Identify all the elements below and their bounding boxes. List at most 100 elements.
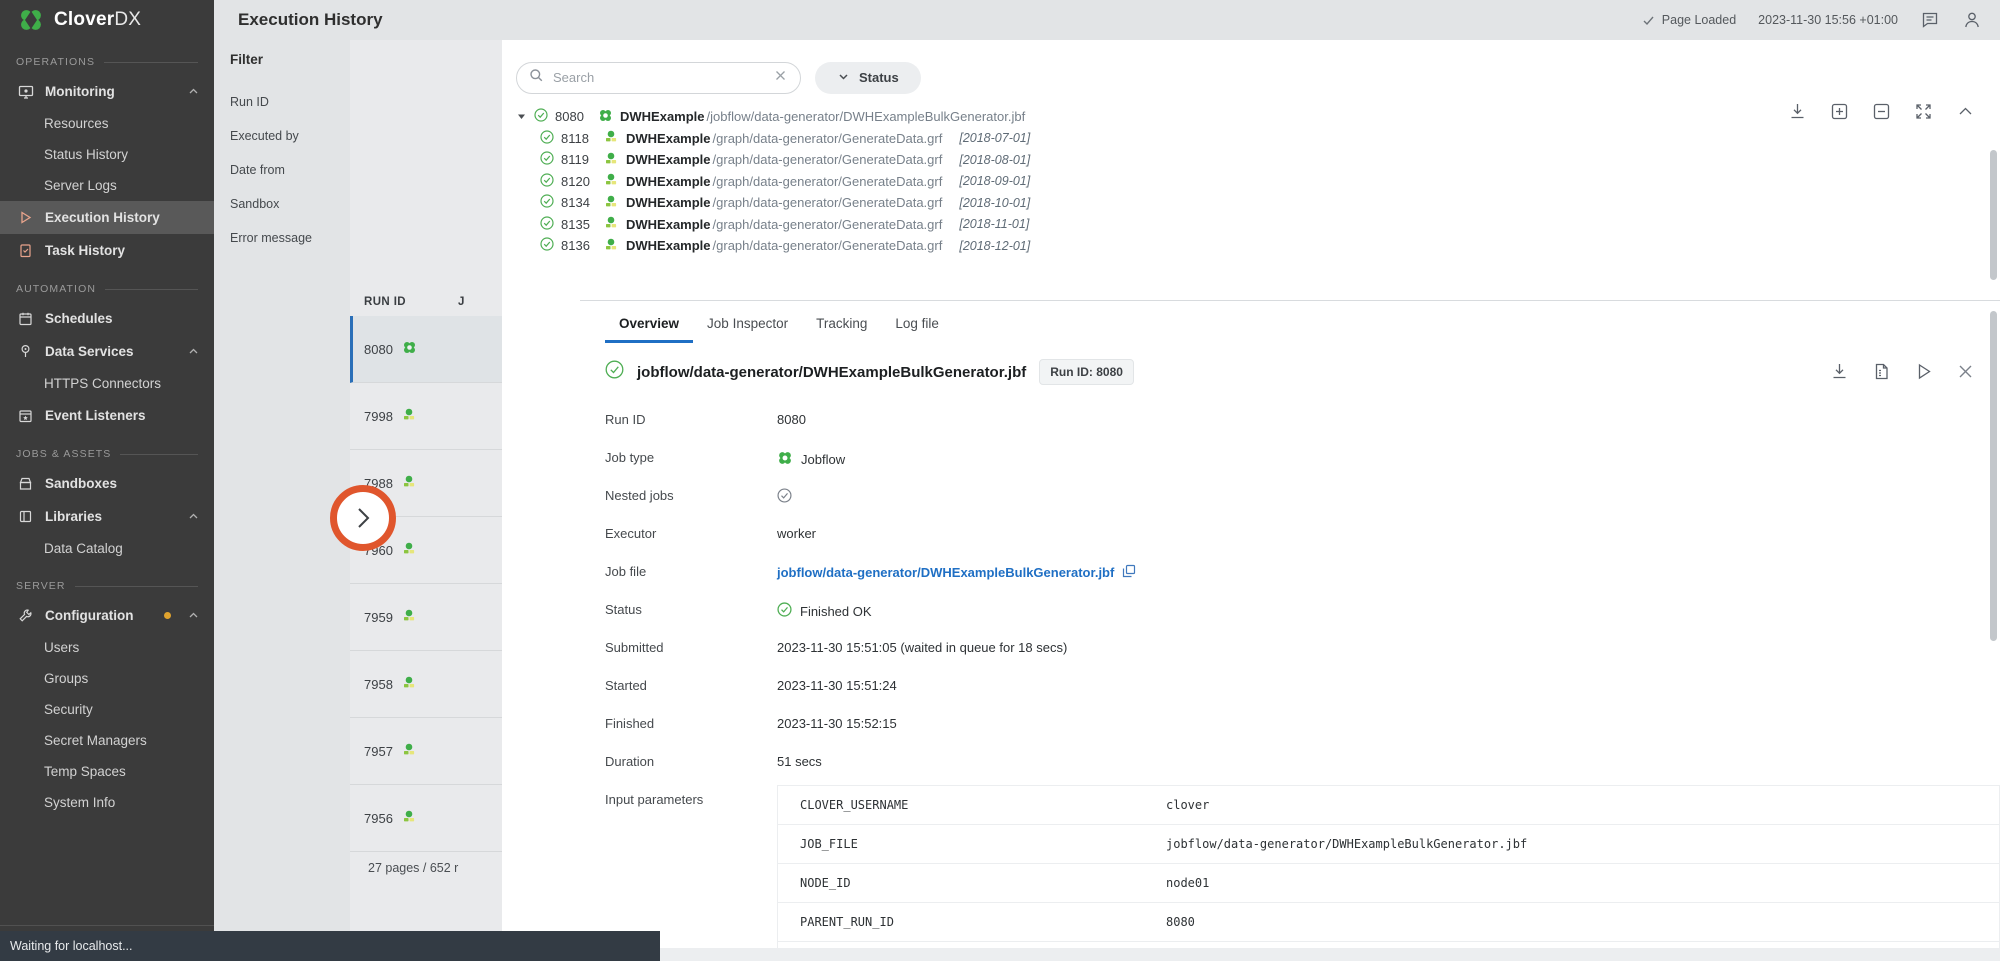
expand-all-icon[interactable] xyxy=(1830,102,1850,122)
job-file-link[interactable]: jobflow/data-generator/DWHExampleBulkGen… xyxy=(777,565,1114,580)
sidebar-item-execution-history[interactable]: Execution History xyxy=(0,201,214,234)
wrench-icon xyxy=(17,607,34,624)
tab-log-file[interactable]: Log file xyxy=(881,316,953,343)
chevron-up-icon[interactable] xyxy=(187,510,200,523)
copy-icon[interactable] xyxy=(1122,564,1136,581)
sidebar-item-monitoring[interactable]: Monitoring xyxy=(0,75,214,108)
field-executor: Executor worker xyxy=(580,519,2000,557)
sidebar-item-libraries[interactable]: Libraries xyxy=(0,500,214,533)
caret-down-icon[interactable] xyxy=(516,112,527,121)
run-id-value: 7958 xyxy=(364,677,393,692)
sidebar-item-groups[interactable]: Groups xyxy=(0,663,214,694)
graph-icon xyxy=(402,474,417,492)
sidebar-item-https-connectors[interactable]: HTTPS Connectors xyxy=(0,368,214,399)
sidebar-item-resources[interactable]: Resources xyxy=(0,108,214,139)
status-filter-button[interactable]: Status xyxy=(815,62,921,94)
input-parameters-table: CLOVER_USERNAME clover JOB_FILE jobflow/… xyxy=(777,785,2000,961)
panel-toolbar xyxy=(1788,102,1976,122)
check-circle-icon xyxy=(605,360,624,384)
tree-row[interactable]: 8080 DWHExample /jobflow/data-generator/… xyxy=(516,106,2000,128)
sidebar-item-status-history[interactable]: Status History xyxy=(0,139,214,170)
sidebar-item-system-info[interactable]: System Info xyxy=(0,787,214,818)
sidebar-item-event-listeners[interactable]: Event Listeners xyxy=(0,399,214,432)
sidebar-item-server-logs[interactable]: Server Logs xyxy=(0,170,214,201)
config-alert-dot xyxy=(164,612,171,619)
sidebar-section-jobs-assets: JOBS & ASSETS xyxy=(0,441,214,467)
filter-label-sandbox: Sandbox xyxy=(230,187,350,221)
param-value: node01 xyxy=(1166,876,1209,890)
tree-row[interactable]: 8119 DWHExample /graph/data-generator/Ge… xyxy=(516,149,2000,171)
tree-row[interactable]: 8134 DWHExample /graph/data-generator/Ge… xyxy=(516,192,2000,214)
sidebar-item-temp-spaces[interactable]: Temp Spaces xyxy=(0,756,214,787)
tree-row[interactable]: 8118 DWHExample /graph/data-generator/Ge… xyxy=(516,128,2000,150)
document-icon[interactable] xyxy=(1872,362,1892,382)
graph-icon xyxy=(604,129,619,147)
sidebar-item-schedules[interactable]: Schedules xyxy=(0,302,214,335)
chevron-up-icon[interactable] xyxy=(187,345,200,358)
table-row[interactable]: 7958 xyxy=(350,651,502,718)
sidebar-item-users[interactable]: Users xyxy=(0,632,214,663)
chevron-up-icon[interactable] xyxy=(187,85,200,98)
sidebar-item-data-services[interactable]: Data Services xyxy=(0,335,214,368)
field-started: Started 2023-11-30 15:51:24 xyxy=(580,671,2000,709)
chevron-up-icon[interactable] xyxy=(1956,102,1976,122)
field-value: Finished OK xyxy=(777,595,872,620)
sidebar-item-data-catalog[interactable]: Data Catalog xyxy=(0,533,214,564)
sidebar-section-automation: AUTOMATION xyxy=(0,276,214,302)
fullscreen-icon[interactable] xyxy=(1914,102,1934,122)
tree-row[interactable]: 8135 DWHExample /graph/data-generator/Ge… xyxy=(516,214,2000,236)
sidebar-item-task-history[interactable]: Task History xyxy=(0,234,214,267)
table-row[interactable]: 7957 xyxy=(350,718,502,785)
field-value: 2023-11-30 15:52:15 xyxy=(777,709,897,731)
download-icon[interactable] xyxy=(1788,102,1808,122)
table-row[interactable]: 7956 xyxy=(350,785,502,852)
table-row[interactable]: 8080 xyxy=(350,316,502,383)
column-header-run-id: RUN ID xyxy=(364,296,406,308)
tab-overview[interactable]: Overview xyxy=(605,316,693,343)
graph-icon xyxy=(402,541,417,559)
detail-scrollbar[interactable] xyxy=(1990,311,1997,641)
sidebar-item-label: Temp Spaces xyxy=(44,764,126,779)
search-toolbar: Status xyxy=(502,40,2000,100)
chevron-right-icon[interactable] xyxy=(350,505,376,531)
sidebar-item-configuration[interactable]: Configuration xyxy=(0,599,214,632)
download-icon[interactable] xyxy=(1830,362,1850,382)
collapse-all-icon[interactable] xyxy=(1872,102,1892,122)
tree-timestamp: [2018-12-01] xyxy=(959,239,1030,253)
field-label: Run ID xyxy=(605,405,777,427)
note-icon[interactable] xyxy=(1920,10,1940,30)
sidebar-item-label: Task History xyxy=(45,243,200,258)
check-circle-icon xyxy=(540,216,554,233)
brand-logo-area[interactable]: CloverDX xyxy=(0,0,214,40)
close-icon[interactable] xyxy=(1956,362,1976,382)
search-input[interactable] xyxy=(553,70,764,85)
tree-scrollbar[interactable] xyxy=(1990,150,1997,280)
sidebar-item-secret-managers[interactable]: Secret Managers xyxy=(0,725,214,756)
sidebar-item-security[interactable]: Security xyxy=(0,694,214,725)
check-circle-icon xyxy=(540,237,554,254)
tree-row[interactable]: 8136 DWHExample /graph/data-generator/Ge… xyxy=(516,235,2000,257)
table-row[interactable]: 7998 xyxy=(350,383,502,450)
graph-icon xyxy=(402,675,417,693)
run-icon[interactable] xyxy=(1914,362,1934,382)
sidebar-section-server: SERVER xyxy=(0,573,214,599)
detail-header: jobflow/data-generator/DWHExampleBulkGen… xyxy=(580,343,2000,399)
jobflow-icon xyxy=(598,108,613,126)
field-label: Executor xyxy=(605,519,777,541)
user-icon[interactable] xyxy=(1962,10,1982,30)
param-key: PARENT_RUN_ID xyxy=(778,915,1166,929)
graph-icon xyxy=(604,172,619,190)
field-value: 8080 xyxy=(777,405,806,427)
sidebar-item-sandboxes[interactable]: Sandboxes xyxy=(0,467,214,500)
event-icon xyxy=(17,407,34,424)
chevron-up-icon[interactable] xyxy=(187,609,200,622)
tab-tracking[interactable]: Tracking xyxy=(802,316,881,343)
search-box[interactable] xyxy=(516,62,801,94)
tree-row[interactable]: 8120 DWHExample /graph/data-generator/Ge… xyxy=(516,171,2000,193)
close-icon[interactable] xyxy=(773,68,788,88)
table-row[interactable]: 7959 xyxy=(350,584,502,651)
tab-job-inspector[interactable]: Job Inspector xyxy=(693,316,802,343)
check-circle-icon xyxy=(777,488,792,506)
run-id-value: 8080 xyxy=(364,342,393,357)
field-value: Jobflow xyxy=(777,443,845,469)
